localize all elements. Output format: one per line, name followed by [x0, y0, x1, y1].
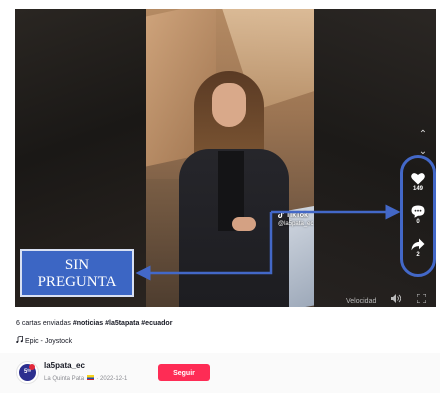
presenter-face — [212, 83, 246, 127]
annotation-line-2: PREGUNTA — [37, 274, 117, 290]
volume-icon[interactable] — [391, 294, 402, 307]
comment-icon — [411, 205, 425, 218]
comment-count: 0 — [416, 219, 420, 225]
share-count: 2 — [416, 252, 420, 258]
music-label: Epic - Joystock — [25, 338, 73, 345]
follow-button[interactable]: Seguir — [158, 364, 210, 381]
like-button[interactable]: 149 — [408, 172, 428, 194]
author-subline: La Quinta Pata · 2022-12-1 — [44, 375, 127, 382]
share-button[interactable]: 2 — [408, 238, 428, 260]
speed-button[interactable]: Velocidad — [346, 294, 376, 307]
ecuador-flag-icon — [86, 375, 94, 380]
annotation-label: SIN PREGUNTA — [20, 249, 134, 297]
author-display-name: La Quinta Pata — [44, 376, 85, 382]
tiktok-watermark: TikTok @la5pata_ec — [278, 211, 313, 228]
video-caption: 6 cartas enviadas #noticias #la5tapata #… — [16, 320, 172, 327]
tiktok-video-page: Velocidad ··· TikTok @la5pata_ec ⌃ ⌄ 149… — [0, 0, 440, 397]
like-count: 149 — [412, 186, 423, 192]
share-icon — [411, 238, 425, 251]
annotation-line-1: SIN — [64, 257, 90, 273]
heart-icon — [411, 172, 425, 185]
previous-video-icon[interactable]: ⌃ — [417, 130, 429, 140]
video-frame[interactable] — [146, 9, 314, 307]
caption-text: 6 cartas enviadas — [16, 320, 73, 327]
post-date: · 2022-12-1 — [96, 376, 128, 382]
fullscreen-icon[interactable] — [416, 293, 427, 307]
caption-hashtags[interactable]: #noticias #la5tapata #ecuador — [73, 320, 173, 327]
music-note-icon — [16, 335, 23, 345]
avatar[interactable]: 5ᵗᵃ — [16, 361, 39, 384]
tiktok-logo-icon — [278, 211, 284, 218]
presenter-hands — [232, 217, 256, 231]
music-info[interactable]: Epic - Joystock — [16, 335, 73, 345]
watermark-brand: TikTok — [286, 212, 308, 219]
presenter — [174, 71, 294, 307]
comment-button[interactable]: 0 — [408, 205, 428, 227]
avatar-dot — [29, 364, 35, 370]
watermark-username: @la5pata_ec — [278, 221, 314, 227]
author-bar: 5ᵗᵃ la5pata_ec La Quinta Pata · 2022-12-… — [0, 353, 440, 393]
author-username[interactable]: la5pata_ec — [44, 361, 85, 370]
